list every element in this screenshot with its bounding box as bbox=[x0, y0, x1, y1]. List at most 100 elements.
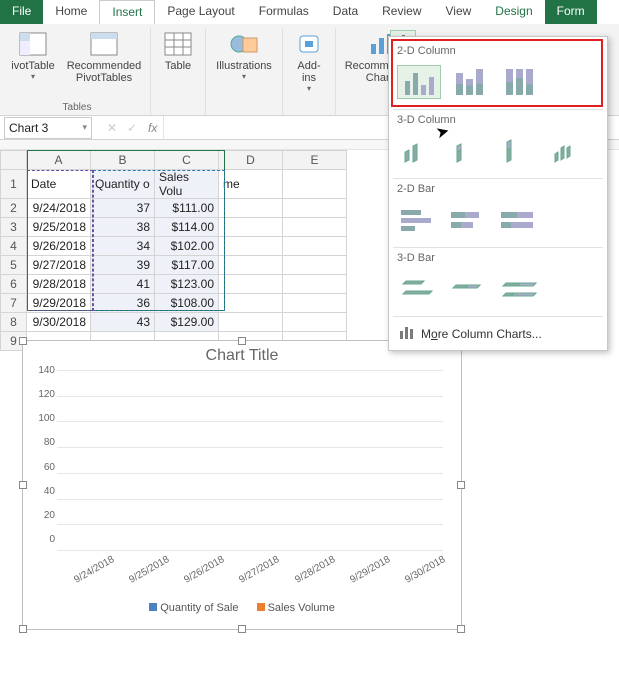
cell[interactable]: 36 bbox=[91, 294, 155, 313]
more-column-charts[interactable]: More Column Charts... bbox=[389, 317, 607, 350]
cell[interactable] bbox=[219, 237, 283, 256]
3d-100-stacked-column-thumb[interactable] bbox=[497, 134, 541, 168]
3d-clustered-column-thumb[interactable] bbox=[397, 134, 441, 168]
cell[interactable] bbox=[283, 218, 347, 237]
pivottable-label: ivotTable bbox=[11, 60, 54, 72]
cell[interactable] bbox=[219, 275, 283, 294]
cell[interactable]: 9/24/2018 bbox=[27, 199, 91, 218]
100-stacked-column-thumb[interactable] bbox=[497, 65, 541, 99]
col-header-D[interactable]: D bbox=[219, 151, 283, 170]
cell[interactable] bbox=[219, 218, 283, 237]
pivottable-button[interactable]: ivotTable ▾ bbox=[10, 28, 56, 81]
cell[interactable]: $108.00 bbox=[155, 294, 219, 313]
recommended-pivottables-button[interactable]: Recommended PivotTables bbox=[64, 28, 144, 84]
cell[interactable]: 38 bbox=[91, 218, 155, 237]
tab-review[interactable]: Review bbox=[370, 0, 433, 24]
row-header-1[interactable]: 1 bbox=[1, 170, 27, 199]
grid[interactable]: ABCDE 1DateQuantity oSales Volume 29/24/20… bbox=[0, 150, 347, 351]
cell[interactable]: 9/25/2018 bbox=[27, 218, 91, 237]
column-chart-gallery: 2-D Column 3-D Column 2-D Bar 3-D Bar bbox=[388, 36, 608, 351]
cell[interactable]: $114.00 bbox=[155, 218, 219, 237]
100-stacked-bar-thumb[interactable] bbox=[497, 203, 541, 237]
cell[interactable] bbox=[283, 170, 347, 199]
row-header-5[interactable]: 5 bbox=[1, 256, 27, 275]
cell[interactable] bbox=[283, 237, 347, 256]
stacked-column-thumb[interactable] bbox=[447, 65, 491, 99]
3d-stacked-column-thumb[interactable] bbox=[447, 134, 491, 168]
embedded-chart[interactable]: Chart Title 140120100806040200 9/24/2018… bbox=[22, 340, 462, 630]
tab-page-layout[interactable]: Page Layout bbox=[155, 0, 246, 24]
3d-column-thumb[interactable] bbox=[547, 134, 591, 168]
cell[interactable] bbox=[283, 294, 347, 313]
tab-file[interactable]: File bbox=[0, 0, 43, 24]
cell[interactable]: Quantity o bbox=[91, 170, 155, 199]
cell[interactable]: me bbox=[219, 170, 283, 199]
cell[interactable] bbox=[219, 294, 283, 313]
cell[interactable]: $117.00 bbox=[155, 256, 219, 275]
cell[interactable]: $129.00 bbox=[155, 313, 219, 332]
cell[interactable] bbox=[283, 313, 347, 332]
tab-formulas[interactable]: Formulas bbox=[247, 0, 321, 24]
cell[interactable] bbox=[219, 199, 283, 218]
table-button[interactable]: Table bbox=[157, 28, 199, 72]
plot-area[interactable]: 140120100806040200 bbox=[57, 371, 443, 551]
shapes-icon bbox=[228, 30, 260, 58]
cell[interactable]: $123.00 bbox=[155, 275, 219, 294]
3d-stacked-bar-thumb[interactable] bbox=[447, 272, 491, 306]
col-header-A[interactable]: A bbox=[27, 151, 91, 170]
cell[interactable]: 9/29/2018 bbox=[27, 294, 91, 313]
cell[interactable]: Date bbox=[27, 170, 91, 199]
cell[interactable]: 43 bbox=[91, 313, 155, 332]
cell[interactable]: $111.00 bbox=[155, 199, 219, 218]
tab-insert[interactable]: Insert bbox=[99, 0, 155, 24]
3d-clustered-bar-thumb[interactable] bbox=[397, 272, 441, 306]
cancel-button[interactable]: ✕ bbox=[102, 121, 122, 135]
col-header-B[interactable]: B bbox=[91, 151, 155, 170]
cell[interactable] bbox=[219, 313, 283, 332]
stacked-bar-thumb[interactable] bbox=[447, 203, 491, 237]
tab-view[interactable]: View bbox=[434, 0, 484, 24]
cell[interactable]: 9/28/2018 bbox=[27, 275, 91, 294]
col-header-E[interactable]: E bbox=[283, 151, 347, 170]
cell[interactable] bbox=[283, 256, 347, 275]
cell[interactable]: 9/30/2018 bbox=[27, 313, 91, 332]
name-box[interactable]: Chart 3 ▾ bbox=[4, 117, 92, 139]
row-header-4[interactable]: 4 bbox=[1, 237, 27, 256]
fx-label[interactable]: fx bbox=[142, 121, 163, 135]
ribbon-tabs: File Home Insert Page Layout Formulas Da… bbox=[0, 0, 619, 24]
cell[interactable]: 9/27/2018 bbox=[27, 256, 91, 275]
row-header-2[interactable]: 2 bbox=[1, 199, 27, 218]
row-header-6[interactable]: 6 bbox=[1, 275, 27, 294]
cell[interactable]: Sales Volu bbox=[155, 170, 219, 199]
y-axis-labels: 140120100806040200 bbox=[27, 365, 55, 545]
column-chart-icon bbox=[399, 325, 415, 342]
cell[interactable]: 9/26/2018 bbox=[27, 237, 91, 256]
tab-home[interactable]: Home bbox=[43, 0, 99, 24]
tab-design[interactable]: Design bbox=[483, 0, 544, 24]
illustrations-label: Illustrations bbox=[216, 60, 272, 72]
illustrations-button[interactable]: Illustrations ▾ bbox=[212, 28, 276, 81]
clustered-bar-thumb[interactable] bbox=[397, 203, 441, 237]
addins-button[interactable]: Add- ins ▾ bbox=[289, 28, 329, 93]
group-illustrations: Illustrations ▾ bbox=[206, 28, 283, 115]
cell[interactable]: 39 bbox=[91, 256, 155, 275]
enter-button[interactable]: ✓ bbox=[122, 121, 142, 135]
cell[interactable] bbox=[283, 275, 347, 294]
gallery-section-2d-bar: 2-D Bar bbox=[389, 179, 607, 199]
cell[interactable]: 37 bbox=[91, 199, 155, 218]
tab-data[interactable]: Data bbox=[321, 0, 370, 24]
clustered-column-thumb[interactable] bbox=[397, 65, 441, 99]
tab-format[interactable]: Form bbox=[545, 0, 597, 24]
cell[interactable]: 34 bbox=[91, 237, 155, 256]
row-header-8[interactable]: 8 bbox=[1, 313, 27, 332]
cell[interactable] bbox=[283, 199, 347, 218]
col-header-C[interactable]: C bbox=[155, 151, 219, 170]
cell[interactable]: 41 bbox=[91, 275, 155, 294]
row-header-7[interactable]: 7 bbox=[1, 294, 27, 313]
chevron-down-icon: ▾ bbox=[307, 84, 311, 93]
3d-100-stacked-bar-thumb[interactable] bbox=[497, 272, 541, 306]
row-header-3[interactable]: 3 bbox=[1, 218, 27, 237]
cell[interactable]: $102.00 bbox=[155, 237, 219, 256]
legend-swatch-0 bbox=[149, 603, 157, 611]
cell[interactable] bbox=[219, 256, 283, 275]
